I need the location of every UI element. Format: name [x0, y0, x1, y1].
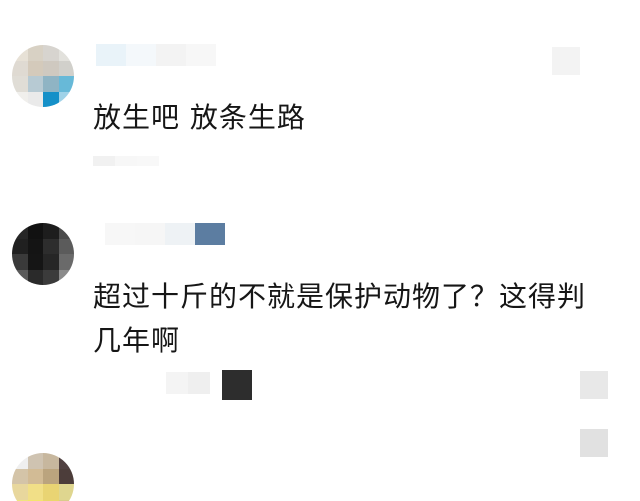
avatar-pixel — [58, 453, 74, 469]
avatar-pixel — [58, 45, 74, 61]
comment-text-line: 超过十斤的不就是保护动物了？这得判 — [93, 280, 587, 313]
redaction-block — [186, 44, 216, 66]
comment-item: 超过十斤的不就是保护动物了？这得判 几年啊 — [0, 185, 640, 457]
redaction-block — [93, 156, 115, 166]
avatar-pixel — [43, 91, 59, 107]
avatar-pixel — [58, 269, 74, 285]
comment-text-line: 放生吧 放条生路 — [93, 101, 306, 134]
avatar-pixel — [43, 76, 59, 92]
avatar-pixel — [43, 269, 59, 285]
avatar-pixel — [58, 223, 74, 239]
avatar-pixel — [43, 254, 59, 270]
comment-item: 放生吧 放条生路 — [0, 0, 640, 185]
avatar-pixel — [43, 223, 59, 239]
avatar-pixel — [27, 238, 43, 254]
avatar-pixel — [12, 269, 28, 285]
comment-meta-redacted — [166, 372, 210, 394]
avatar-pixel — [58, 76, 74, 92]
avatar-pixel — [27, 468, 43, 484]
avatar-pixel — [58, 60, 74, 76]
redaction-block — [115, 156, 137, 166]
avatar-pixel — [12, 484, 28, 500]
avatar-pixel — [27, 60, 43, 76]
avatar-pixel — [12, 223, 28, 239]
username-redacted[interactable] — [105, 223, 225, 245]
redaction-block — [156, 44, 186, 66]
avatar-pixel — [27, 91, 43, 107]
avatar-pixel — [58, 91, 74, 107]
avatar-pixel — [43, 484, 59, 500]
redaction-block — [195, 223, 225, 245]
username-redacted[interactable] — [96, 44, 216, 66]
avatar-pixel — [12, 453, 28, 469]
avatar-pixel — [58, 468, 74, 484]
avatar-pixel — [12, 76, 28, 92]
like-button-redacted[interactable] — [552, 47, 580, 75]
redaction-block — [96, 44, 126, 66]
comment-meta-redacted — [93, 156, 159, 166]
avatar-pixel — [12, 468, 28, 484]
avatar-pixel — [43, 238, 59, 254]
avatar-pixel — [12, 254, 28, 270]
avatar-pixel — [27, 484, 43, 500]
avatar-pixel — [27, 453, 43, 469]
avatar[interactable] — [12, 45, 74, 107]
avatar-pixel — [27, 254, 43, 270]
avatar-pixel — [27, 45, 43, 61]
redaction-block — [105, 223, 135, 245]
comment-item — [0, 425, 640, 501]
redaction-block — [188, 372, 210, 394]
avatar-pixel — [27, 223, 43, 239]
avatar-pixel — [27, 269, 43, 285]
like-button-redacted[interactable] — [580, 371, 608, 399]
redaction-block — [222, 370, 252, 400]
avatar-pixel — [43, 453, 59, 469]
avatar[interactable] — [12, 453, 74, 501]
redaction-block — [137, 156, 159, 166]
redaction-block — [135, 223, 165, 245]
avatar[interactable] — [12, 223, 74, 285]
avatar-pixel — [12, 238, 28, 254]
comment-list: 放生吧 放条生路 超过十斤的不就是保护动物了？这得判 几年啊 — [0, 0, 640, 501]
comment-text-line: 几年啊 — [93, 324, 181, 357]
avatar-pixel — [58, 484, 74, 500]
avatar-pixel — [12, 60, 28, 76]
avatar-pixel — [58, 238, 74, 254]
avatar-pixel — [43, 60, 59, 76]
redaction-block — [165, 223, 195, 245]
redaction-block — [126, 44, 156, 66]
redaction-block — [166, 372, 188, 394]
avatar-pixel — [43, 45, 59, 61]
avatar-pixel — [58, 254, 74, 270]
avatar-pixel — [43, 468, 59, 484]
avatar-pixel — [12, 91, 28, 107]
avatar-pixel — [12, 45, 28, 61]
avatar-pixel — [27, 76, 43, 92]
